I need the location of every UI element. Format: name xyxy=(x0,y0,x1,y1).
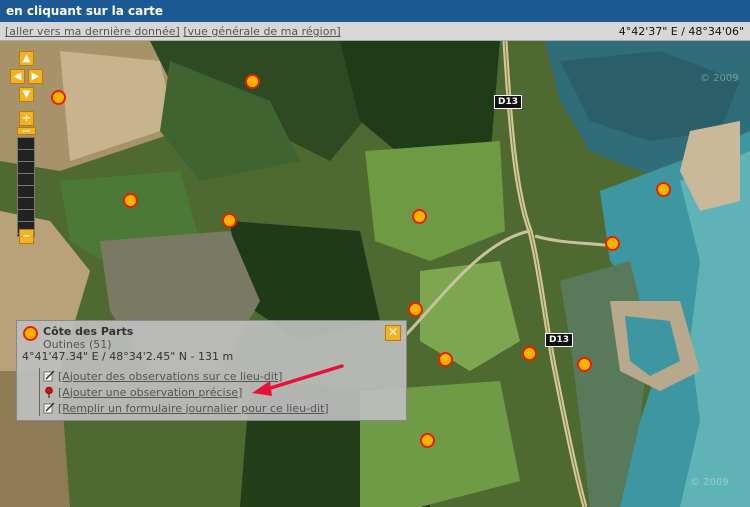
map-watermark-bottom: © 2009 xyxy=(690,477,729,488)
map-marker[interactable] xyxy=(123,193,138,208)
road-label-d13-top: D13 xyxy=(494,95,522,109)
map-marker[interactable] xyxy=(245,74,260,89)
map-marker[interactable] xyxy=(222,213,237,228)
pencil-note-icon xyxy=(43,402,55,414)
popup-marker-icon xyxy=(23,326,38,341)
map-marker[interactable] xyxy=(656,182,671,197)
link-last-data[interactable]: [aller vers ma dernière donnée] xyxy=(5,25,180,38)
map-marker[interactable] xyxy=(420,433,435,448)
pan-down-button[interactable]: ▼ xyxy=(19,87,34,102)
pan-right-button[interactable]: ▶ xyxy=(28,69,43,84)
toolbar-links: [aller vers ma dernière donnée] [vue gén… xyxy=(5,22,341,41)
map-watermark: © 2009 xyxy=(700,73,739,84)
link-add-precise-observation[interactable]: [Ajouter une observation précise] xyxy=(58,386,242,399)
road-label-d13-bottom: D13 xyxy=(545,333,573,347)
action-daily-form[interactable]: [Remplir un formulaire journalier pour c… xyxy=(43,400,329,416)
map-marker[interactable] xyxy=(412,209,427,224)
panel-title: en cliquant sur la carte xyxy=(0,0,750,22)
map-imagery xyxy=(0,41,750,507)
pan-left-button[interactable]: ◀ xyxy=(10,69,25,84)
satellite-map[interactable]: © 2009 © 2009 ▲ ◀ ▶ ▼ + — − D13 D13 Côte… xyxy=(0,41,750,507)
map-marker[interactable] xyxy=(51,90,66,105)
map-marker[interactable] xyxy=(605,236,620,251)
close-icon[interactable]: ✕ xyxy=(385,325,401,341)
cursor-coordinates: 4°42'37" E / 48°34'06" xyxy=(618,25,744,38)
map-marker[interactable] xyxy=(408,302,423,317)
map-marker[interactable] xyxy=(577,357,592,372)
zoom-slider-handle[interactable]: — xyxy=(17,127,36,135)
red-pin-icon xyxy=(45,386,53,398)
map-marker[interactable] xyxy=(522,346,537,361)
popup-coordinates: 4°41'47.34" E / 48°34'2.45" N - 131 m xyxy=(22,350,234,363)
zoom-out-button[interactable]: − xyxy=(19,229,34,244)
zoom-in-button[interactable]: + xyxy=(19,111,34,126)
link-daily-form[interactable]: [Remplir un formulaire journalier pour c… xyxy=(58,402,329,415)
pencil-note-icon xyxy=(43,370,55,382)
map-marker[interactable] xyxy=(438,352,453,367)
link-region-overview[interactable]: [vue générale de ma région] xyxy=(183,25,340,38)
map-toolbar: [aller vers ma dernière donnée] [vue gén… xyxy=(0,22,750,41)
pan-up-button[interactable]: ▲ xyxy=(19,51,34,66)
popup-title: Côte des Parts xyxy=(43,325,134,338)
zoom-slider-track[interactable] xyxy=(17,137,35,237)
annotation-arrow-icon xyxy=(252,364,344,396)
link-add-observations[interactable]: [Ajouter des observations sur ce lieu-di… xyxy=(58,370,282,383)
